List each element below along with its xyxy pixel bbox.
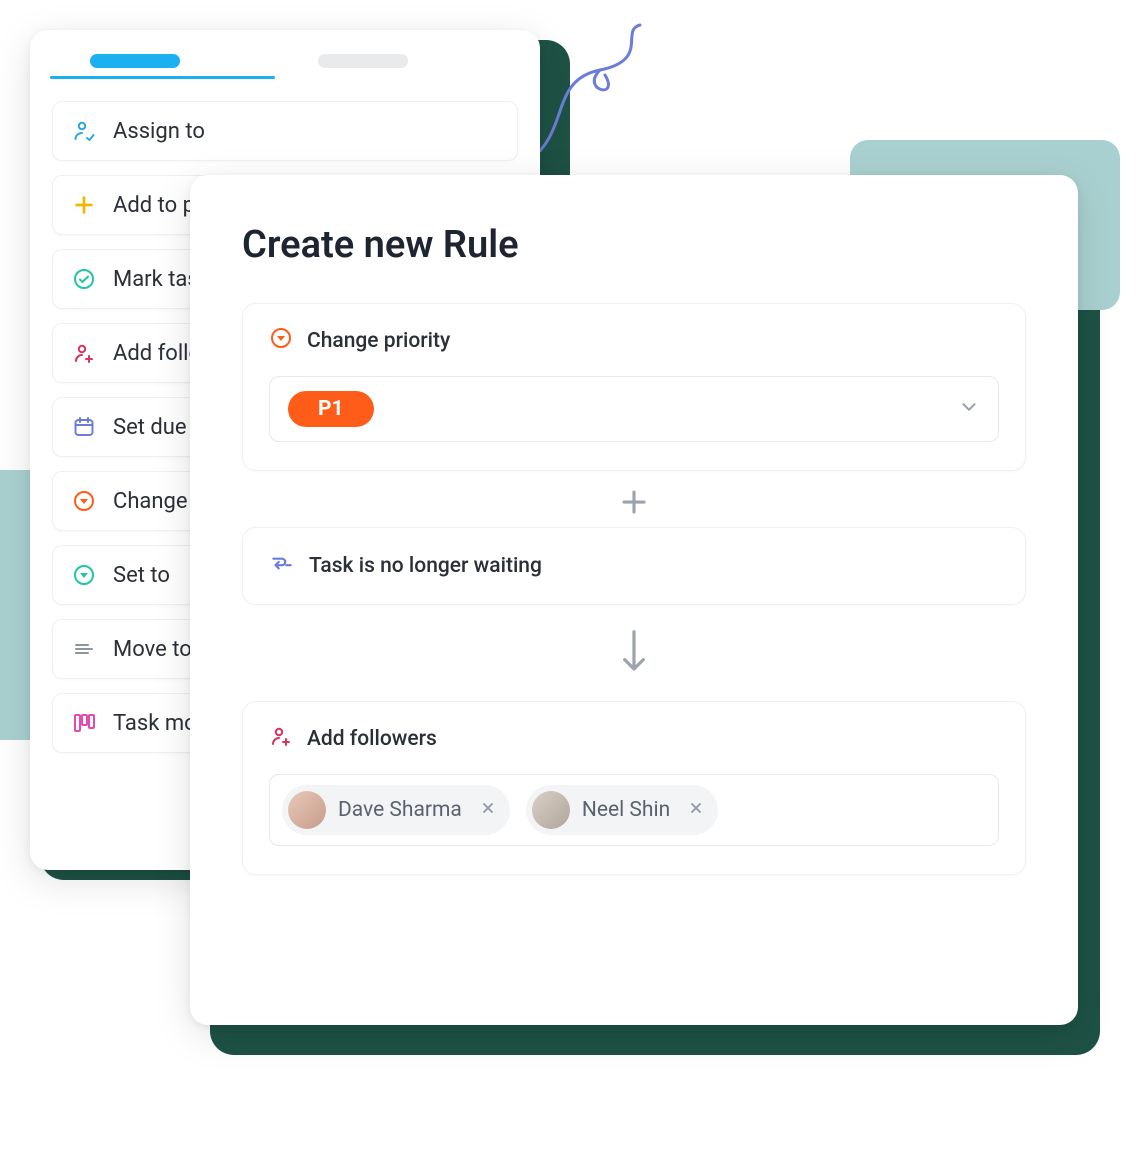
follower-name: Dave Sharma: [338, 798, 462, 822]
add-step-button[interactable]: [242, 487, 1026, 517]
board-icon: [71, 710, 97, 736]
panel-title: Create new Rule: [242, 223, 1026, 267]
avatar: [288, 791, 326, 829]
change-priority-section: Change priority P1: [242, 303, 1026, 471]
follower-name: Neel Shin: [582, 798, 670, 822]
check-circle-icon: [71, 266, 97, 292]
priority-value-chip: P1: [288, 391, 374, 427]
avatar: [532, 791, 570, 829]
arrow-down-icon: [242, 629, 1026, 677]
section-label: Add followers: [307, 727, 437, 751]
action-label: Assign to: [113, 119, 205, 144]
waiting-icon: [269, 550, 295, 582]
chevron-down-icon: [958, 396, 980, 422]
priority-icon: [269, 326, 293, 356]
priority-select[interactable]: P1: [269, 376, 999, 442]
follower-chip: Neel Shin: [526, 785, 718, 835]
section-label: Change priority: [307, 329, 450, 353]
assign-icon: [71, 118, 97, 144]
set-to-icon: [71, 562, 97, 588]
remove-follower-button[interactable]: [688, 800, 704, 821]
action-label: Move to: [113, 637, 192, 662]
tab-underline: [50, 76, 275, 79]
action-assign-to[interactable]: Assign to: [52, 101, 518, 161]
followers-input[interactable]: Dave Sharma Neel Shin: [269, 774, 999, 846]
action-label: Add follo: [113, 341, 201, 366]
tab-inactive[interactable]: [318, 54, 408, 68]
create-rule-panel: Create new Rule Change priority P1 Task …: [190, 175, 1078, 1025]
move-to-icon: [71, 636, 97, 662]
waiting-label: Task is no longer waiting: [309, 554, 542, 578]
priority-icon: [71, 488, 97, 514]
action-label: Add to p: [113, 193, 195, 218]
section-header: Change priority: [269, 326, 999, 356]
tabs: [30, 54, 540, 68]
remove-follower-button[interactable]: [480, 800, 496, 821]
add-follower-icon: [71, 340, 97, 366]
waiting-condition-row[interactable]: Task is no longer waiting: [242, 527, 1026, 605]
add-follower-icon: [269, 724, 293, 754]
plus-icon: [71, 192, 97, 218]
calendar-icon: [71, 414, 97, 440]
action-label: Mark tas: [113, 267, 199, 292]
add-followers-section: Add followers Dave Sharma Neel Shin: [242, 701, 1026, 875]
tab-active[interactable]: [90, 54, 180, 68]
action-label: Set to: [113, 563, 170, 588]
section-header: Add followers: [269, 724, 999, 754]
follower-chip: Dave Sharma: [282, 785, 510, 835]
